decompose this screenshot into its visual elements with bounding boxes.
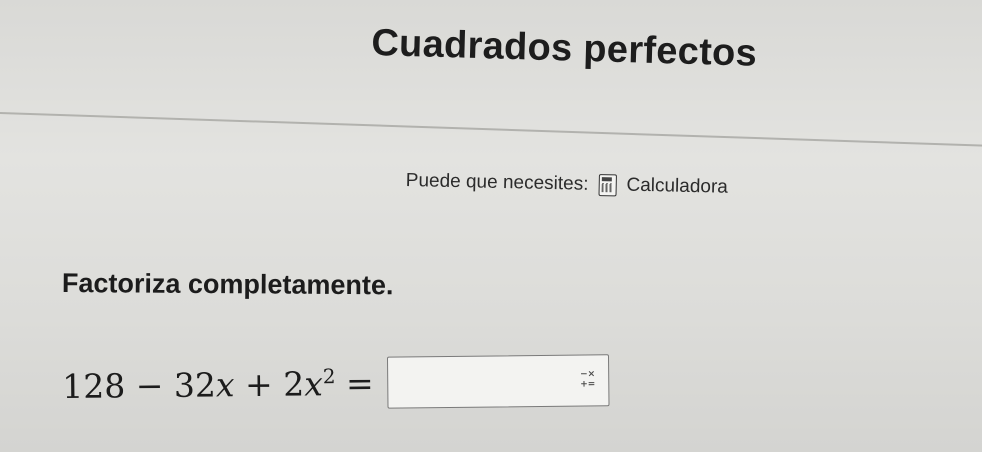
calculator-link[interactable]: Calculadora [626,175,728,199]
tools-prefix: Puede que necesites: [405,170,589,195]
equation-term-quadratic-coef: 2 [282,363,305,404]
equation-term-linear-var: x [215,364,235,404]
equation-term-quadratic-var: x [303,363,324,403]
answer-input[interactable]: −× += [387,354,610,409]
keypad-glyph-top: −× [580,369,596,380]
equation-row: 128 − 32x + 2x2 = −× += [62,354,610,412]
keypad-glyph-bottom: += [580,379,596,390]
math-keypad-icon[interactable]: −× += [579,369,597,391]
equation-term-constant: 128 [62,365,126,406]
equation-exponent: 2 [322,363,336,388]
calculator-icon[interactable] [598,174,617,197]
equation-term-linear-coef: 32 [173,364,217,405]
page-title: Cuadrados perfectos [370,22,758,75]
problem-instruction: Factoriza completamente. [61,268,394,301]
equation: 128 − 32x + 2x2 = [62,363,374,405]
equation-operator-minus: − [135,365,164,405]
equation-equals: = [345,363,374,403]
equation-operator-plus: + [244,364,273,404]
header-divider [0,112,982,148]
tools-row: Puede que necesites: Calculadora [406,170,729,199]
